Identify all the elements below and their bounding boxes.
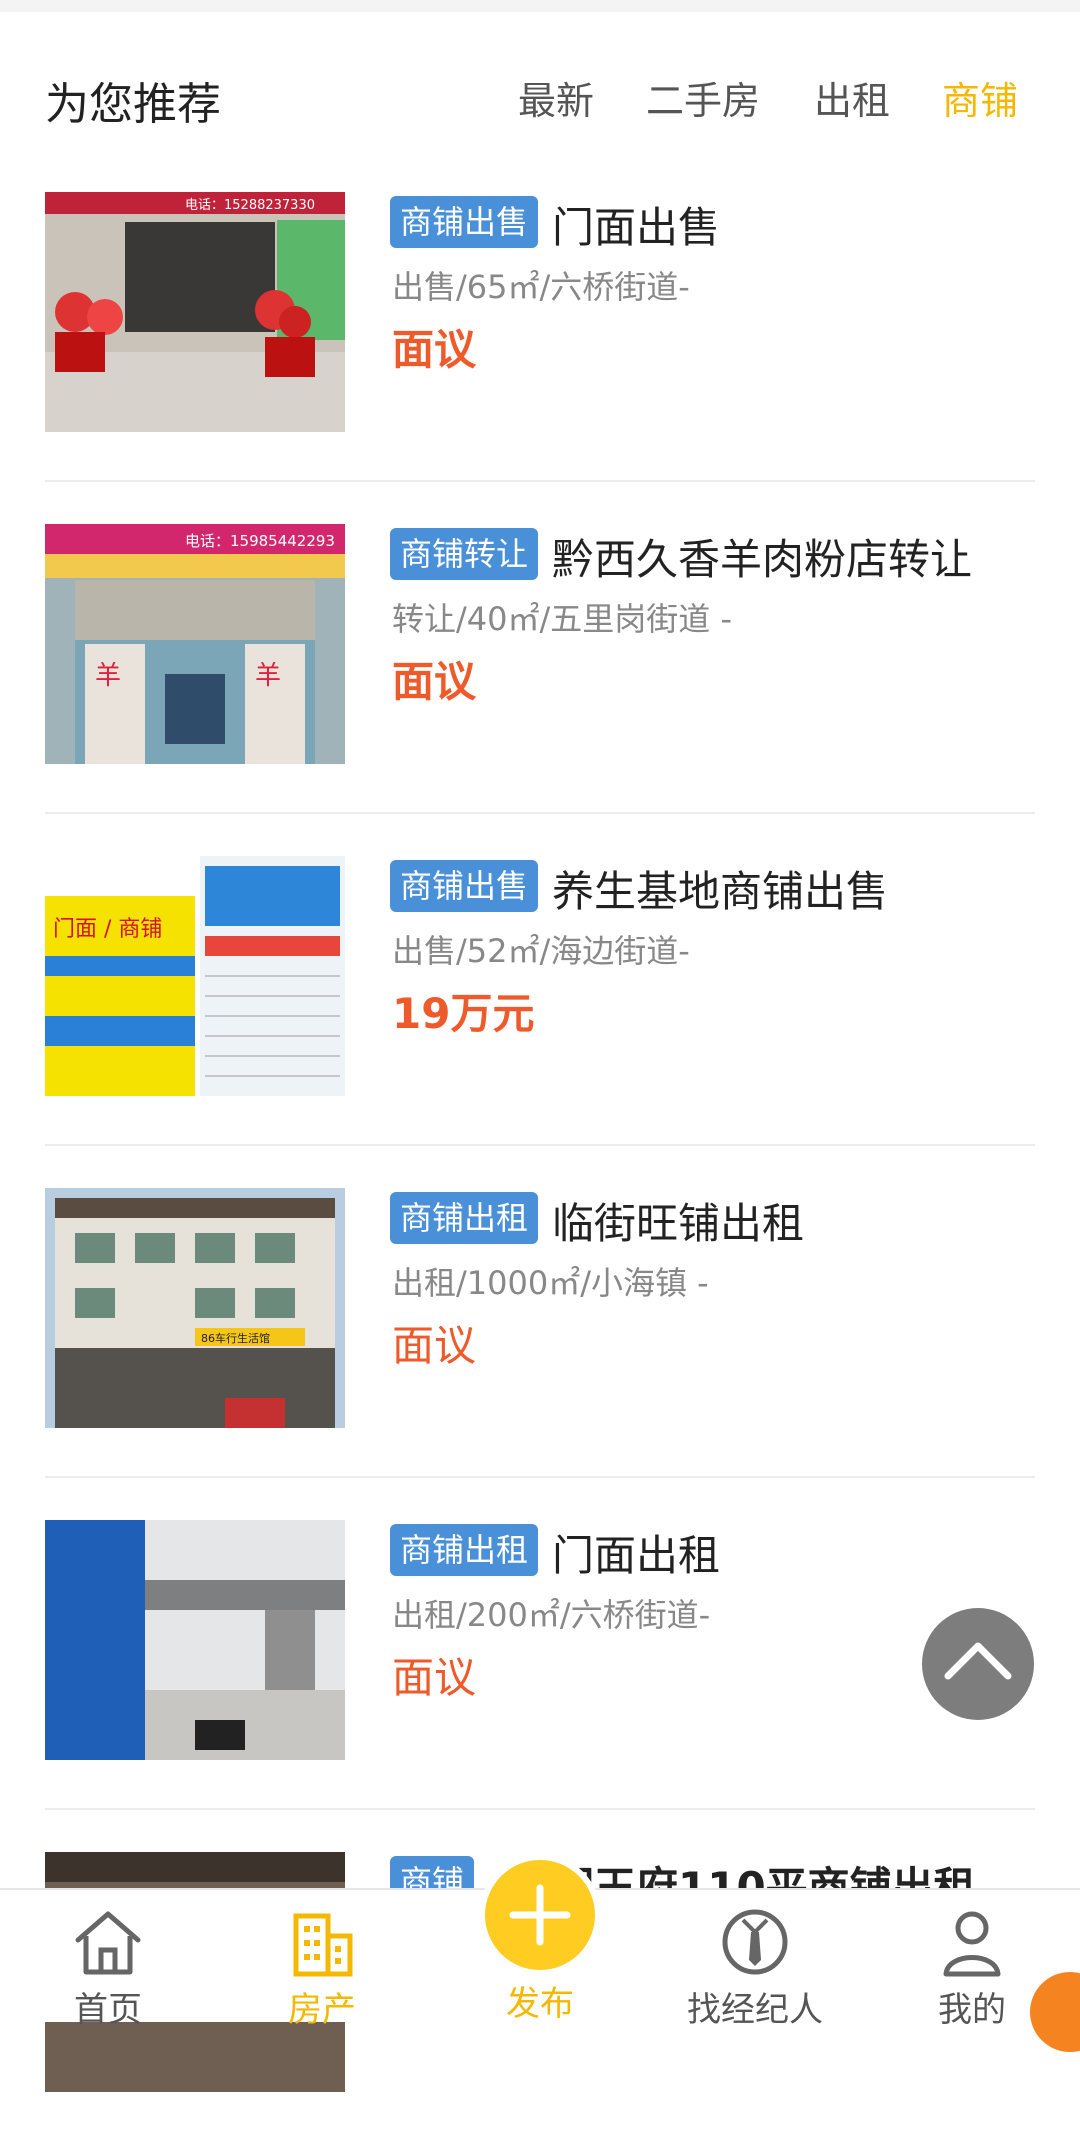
plus-icon — [509, 1884, 571, 1946]
listing-price: 面议 — [392, 657, 477, 706]
photo-phone-text: 电话：15985442293 — [185, 532, 335, 550]
listing-title: 养生基地商铺出售 — [552, 867, 889, 916]
tab-second-hand[interactable]: 二手房 — [646, 70, 760, 125]
nav-label: 找经纪人 — [687, 1990, 823, 2030]
listing-title: 门面出租 — [552, 1531, 721, 1580]
listing-price: 面议 — [392, 325, 477, 374]
listing-photo: 86车行生活馆 — [45, 1188, 345, 1428]
listing-photo: 电话：15288237330 — [45, 192, 345, 432]
agent-icon — [722, 1909, 788, 1975]
listing-tag: 商铺转让 — [390, 528, 539, 580]
listing-tag: 商铺出租 — [390, 1192, 539, 1244]
listing-photo: 门面 / 商铺 — [45, 856, 345, 1096]
listing-tag: 商铺出售 — [390, 860, 539, 912]
svg-text:羊: 羊 — [255, 661, 281, 691]
listing-photo: 电话：15985442293 羊 羊 — [45, 524, 345, 764]
tab-latest[interactable]: 最新 — [518, 70, 594, 125]
nav-property[interactable]: 房产 — [232, 1890, 412, 2030]
listing-list: 电话：15288237330 商铺出售 门面出售 出售/65㎡/六桥街道- 面议 — [0, 150, 1080, 2142]
listing-meta: 转让/40㎡/五里岗街道 - — [392, 600, 733, 638]
nav-home[interactable]: 首页 — [18, 1890, 198, 2030]
listing-meta: 出售/65㎡/六桥街道- — [392, 268, 690, 306]
listing-title: 临街旺铺出租 — [552, 1199, 805, 1248]
listing-price: 19万元 — [392, 989, 535, 1038]
listing-item[interactable]: 86车行生活馆 商铺出租 临街旺铺出租 出租/1000㎡/小海镇 - 面议 — [0, 1146, 1080, 1478]
back-to-top-button[interactable] — [922, 1608, 1034, 1720]
listing-item[interactable]: 商铺出租 门面出租 出租/200㎡/六桥街道- 面议 — [0, 1478, 1080, 1810]
building-icon — [293, 1913, 353, 1977]
publish-label: 发布 — [506, 1984, 574, 2024]
listing-tag: 商铺出售 — [390, 196, 539, 248]
publish-button[interactable] — [485, 1860, 595, 1970]
svg-text:羊: 羊 — [95, 661, 121, 691]
listing-item[interactable]: 电话：15985442293 羊 羊 商铺转让 黔西久香羊肉粉店转让 转让/40… — [0, 482, 1080, 814]
listing-meta: 出租/1000㎡/小海镇 - — [392, 1264, 709, 1302]
nav-find-agent[interactable]: 找经纪人 — [665, 1890, 845, 2030]
listing-item[interactable]: 门面 / 商铺 商铺出售 养生基地商铺出售 出售/52㎡/海边街道- 19万元 — [0, 814, 1080, 1146]
listing-photo — [45, 1520, 345, 1760]
photo-poster-text: 门面 / 商铺 — [53, 917, 162, 942]
listing-price: 面议 — [392, 1321, 477, 1370]
listing-meta: 出租/200㎡/六桥街道- — [392, 1596, 711, 1634]
tab-shops[interactable]: 商铺 — [942, 70, 1018, 125]
recommend-header: 为您推荐 最新 二手房 出租 商铺 — [0, 40, 1080, 150]
photo-sign-text: 86车行生活馆 — [201, 1331, 270, 1345]
section-title: 为您推荐 — [45, 79, 221, 130]
chevron-up-icon — [944, 1642, 1012, 1680]
status-strip — [0, 0, 1080, 12]
nav-label: 首页 — [74, 1990, 142, 2030]
listing-title: 黔西久香羊肉粉店转让 — [552, 535, 973, 584]
person-icon — [943, 1911, 1001, 1977]
listing-title: 门面出售 — [552, 203, 721, 252]
listing-tag: 商铺出租 — [390, 1524, 539, 1576]
home-icon — [75, 1911, 141, 1975]
nav-label: 房产 — [288, 1990, 356, 2030]
listing-meta: 出售/52㎡/海边街道- — [392, 932, 690, 970]
listing-price: 面议 — [392, 1653, 477, 1702]
photo-phone-text: 电话：15288237330 — [185, 198, 315, 213]
tab-rental[interactable]: 出租 — [814, 70, 890, 125]
listing-item[interactable]: 电话：15288237330 商铺出售 门面出售 出售/65㎡/六桥街道- 面议 — [0, 150, 1080, 482]
